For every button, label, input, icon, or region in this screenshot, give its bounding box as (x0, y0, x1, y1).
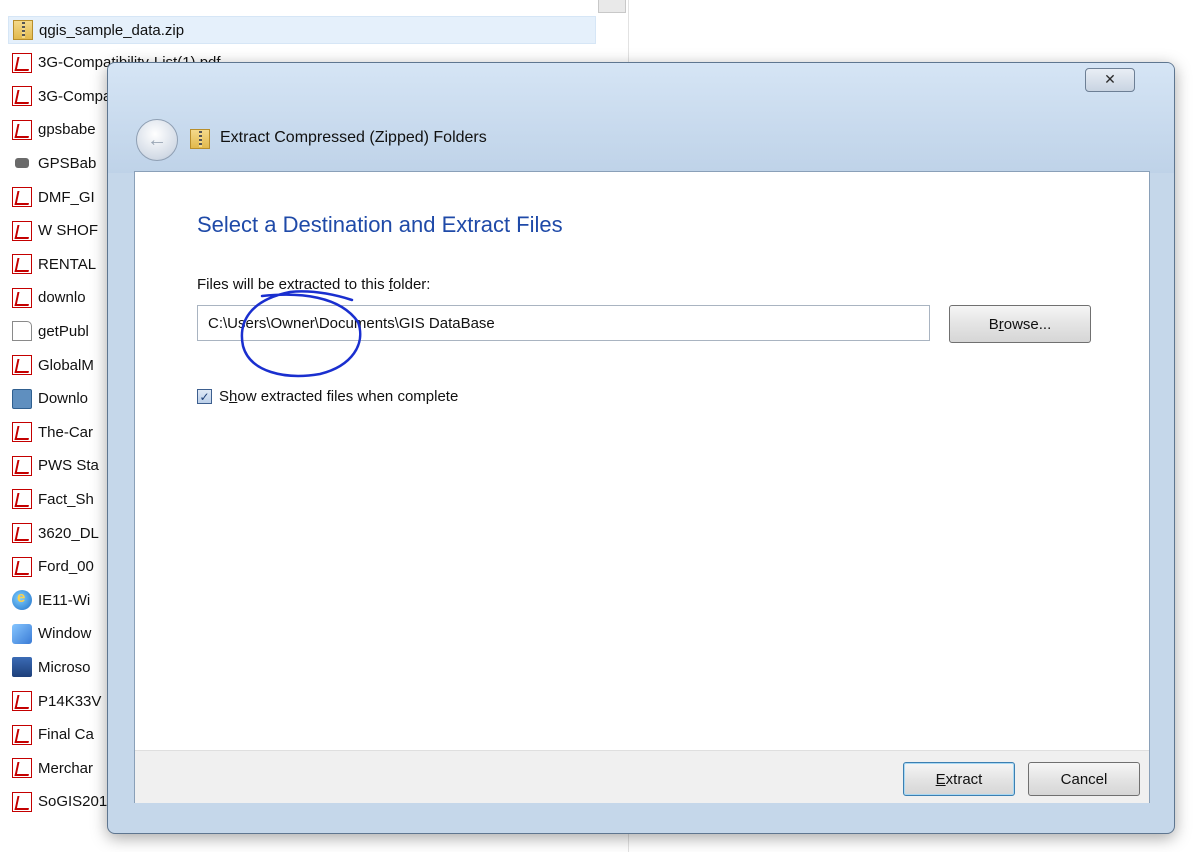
pdf-icon (12, 724, 32, 745)
zip-folder-icon (190, 129, 210, 149)
pdf-icon (12, 758, 32, 779)
close-button[interactable]: ✕ (1085, 68, 1135, 92)
file-name: 3620_DL (38, 524, 99, 542)
content-panel: Select a Destination and Extract Files F… (134, 171, 1150, 803)
file-name: The-Car (38, 423, 94, 441)
file-name: Fact_Sh (38, 490, 94, 508)
pdf-icon (12, 187, 32, 207)
pdf-icon (12, 52, 32, 73)
pdf-icon (12, 355, 32, 375)
dialog-frame (108, 63, 1174, 173)
file-name: IE11-Wi (38, 591, 91, 609)
pdf-icon (12, 254, 32, 275)
file-name: Window (38, 625, 92, 643)
pdf-icon (12, 791, 32, 812)
file-name: getPubl (38, 322, 89, 340)
installer-icon (12, 388, 32, 409)
show-files-label: Show extracted files when complete (219, 388, 459, 405)
pdf-icon (12, 287, 32, 308)
dialog-title: Extract Compressed (Zipped) Folders (220, 129, 487, 146)
file-name: RENTAL (38, 255, 97, 273)
file-name: W SHOF (38, 222, 98, 240)
windows-update-icon (12, 623, 32, 644)
file-name: Final Ca (38, 726, 94, 744)
page-heading: Select a Destination and Extract Files (197, 212, 563, 237)
checkmark-icon: ✓ (199, 389, 210, 404)
destination-label: Files will be extracted to this folder: (197, 276, 431, 293)
file-name: GPSBab (38, 154, 97, 172)
back-button[interactable]: ← (136, 119, 178, 161)
ie-icon (12, 589, 32, 611)
file-name: downlo (38, 289, 86, 307)
dialog-footer: Extract Cancel (135, 750, 1149, 803)
file-name: qgis_sample_data.zip (39, 21, 185, 39)
cancel-button[interactable]: Cancel (1028, 762, 1140, 796)
pdf-icon (12, 523, 32, 543)
show-files-option[interactable]: ✓ Show extracted files when complete (197, 388, 458, 405)
microsoft-installer-icon (12, 657, 32, 678)
browse-button[interactable]: Br owse... (949, 305, 1091, 343)
document-icon (12, 321, 32, 342)
file-name: Microso (38, 658, 91, 676)
file-name: GlobalM (38, 356, 94, 374)
pdf-icon (12, 455, 32, 476)
gps-icon (15, 158, 29, 169)
file-name: Merchar (38, 759, 94, 777)
zip-folder-icon (13, 20, 33, 40)
file-name: P14K33V (38, 692, 102, 710)
pdf-icon (12, 422, 32, 443)
file-name: gpsbabe (38, 121, 96, 139)
file-name: PWS Sta (38, 457, 99, 475)
pdf-icon (12, 691, 32, 711)
pdf-icon (12, 556, 32, 577)
extract-dialog: ✕ ← Extract Compressed (Zipped) Folders … (107, 62, 1175, 834)
show-files-checkbox[interactable]: ✓ (197, 389, 212, 404)
pdf-icon (12, 119, 32, 140)
destination-path-input[interactable] (197, 305, 930, 341)
scrollbar-arrow[interactable] (598, 0, 626, 13)
file-name: Downlo (38, 390, 89, 408)
pdf-icon (12, 86, 32, 107)
file-name: DMF_GI (38, 188, 95, 206)
pdf-icon (12, 489, 32, 510)
file-name: Ford_00 (38, 558, 94, 576)
back-arrow-icon: ← (147, 129, 167, 151)
extract-button[interactable]: Extract (903, 762, 1015, 796)
pdf-icon (12, 220, 32, 241)
close-icon: ✕ (1104, 72, 1116, 88)
file-list-item[interactable]: qgis_sample_data.zip (8, 16, 596, 44)
